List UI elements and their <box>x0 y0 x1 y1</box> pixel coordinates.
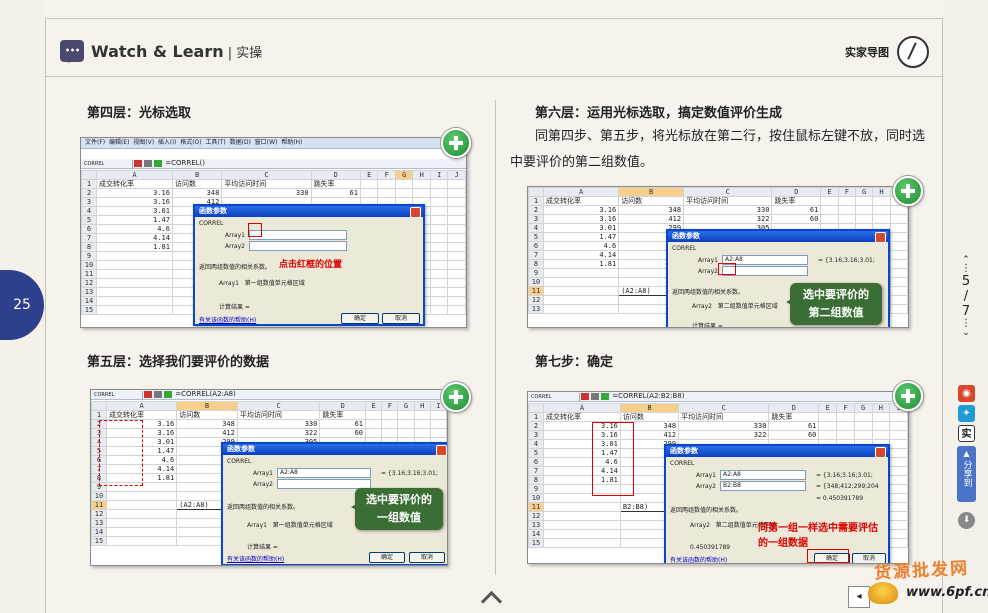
page-border <box>45 18 46 613</box>
pager-separator: / <box>963 289 969 304</box>
screenshot-step7: CORREL =CORREL(A2:B2:B8) ABCDEFGHI 1成交转化… <box>527 391 909 564</box>
qzone-icon[interactable]: ✦ <box>958 405 975 422</box>
red-highlight-box <box>248 223 262 237</box>
screenshot-step5: CORREL =CORREL(A2:A8) ABCDEFGHI 1 成交转化率 访问… <box>90 389 448 566</box>
red-highlight-box <box>718 263 736 275</box>
weibo-icon[interactable]: ◉ <box>958 385 975 402</box>
watermark-text: 货源批发网 <box>873 558 970 584</box>
step6-desc-2: 中要评价的第二组数值。 <box>510 155 654 170</box>
callout-select-first: 选中要评价的 一组数值 <box>351 488 443 530</box>
pager-current: 5 <box>961 274 971 289</box>
share-button[interactable]: ▲ 分享到 <box>957 446 976 502</box>
array1-input[interactable]: A2:A8 <box>720 470 806 480</box>
step7-title: 第七步：确定 <box>535 355 614 370</box>
ok-button[interactable]: 确定 <box>369 552 405 563</box>
close-icon[interactable] <box>875 232 886 243</box>
gold-ingot-logo <box>868 582 898 604</box>
callout-select-second: 选中要评价的 第二组数值 <box>786 283 882 325</box>
step6-title: 第六层：运用光标选取，搞定数值评价生成 <box>535 106 783 121</box>
annotation-text: 同第一组一样选中需要评估 的一组数据 <box>758 523 878 549</box>
red-ok-box <box>807 549 849 563</box>
page-number-badge: 25 <box>0 270 44 340</box>
prev-page-button[interactable]: ◂ <box>848 586 870 608</box>
help-link[interactable]: 有关该函数的帮助(H) <box>227 554 284 563</box>
array1-input[interactable] <box>249 230 347 240</box>
screenshot-step6: ABCDEFGHI 1成交转化率访问数平均访问时间跳失率 23.16348330… <box>527 186 909 328</box>
pager: ⌃ ⋮ 5 / 7 ⋮ ⌄ <box>956 256 976 338</box>
help-link[interactable]: 有关该函数的帮助(H) <box>670 555 727 563</box>
array2-input[interactable] <box>277 479 371 489</box>
pager-total: 7 <box>961 304 971 319</box>
red-selection-box <box>99 420 143 486</box>
annotation-text: 点击红框的位置 <box>279 260 343 270</box>
step6-desc: 同第四步、第五步，将光标放在第二行，按住鼠标左键不放，同时选 <box>535 129 926 144</box>
step4-title: 第四层：光标选取 <box>87 106 192 121</box>
red-selection-box <box>592 422 634 496</box>
page-border <box>942 18 943 613</box>
header-right-label: 实家导图 <box>845 46 889 59</box>
array2-input[interactable] <box>249 241 347 251</box>
expand-plus-icon[interactable] <box>441 382 471 412</box>
header-rule <box>45 18 943 19</box>
close-icon[interactable] <box>436 445 447 456</box>
ok-button[interactable]: 确定 <box>341 313 379 324</box>
chevron-down-icon[interactable]: ⌄ <box>956 329 976 338</box>
expand-plus-icon[interactable] <box>893 381 923 411</box>
column-divider <box>495 100 496 575</box>
expand-plus-icon[interactable] <box>893 176 923 206</box>
brand-title: Watch & Learn | 实操 <box>91 42 263 61</box>
header-rule <box>45 76 943 77</box>
step5-title: 第五层：选择我们要评价的数据 <box>87 355 270 370</box>
formula-bar: CORREL =CORREL() <box>81 159 466 169</box>
watermark-url: www.6pf.cn <box>906 585 988 600</box>
help-link[interactable]: 有关该函数的帮助(H) <box>199 315 256 324</box>
download-icon[interactable]: ⬇ <box>958 512 975 529</box>
close-icon[interactable] <box>410 207 421 218</box>
close-icon[interactable] <box>875 447 886 458</box>
formula-bar: CORREL =CORREL(A2:A8) <box>91 390 447 400</box>
formula-bar: CORREL =CORREL(A2:B2:B8) <box>528 392 908 402</box>
array2-input[interactable]: B2:B8 <box>720 481 806 491</box>
menu-bar: 文件(F) 编辑(E) 视图(V) 插入(I) 格式(O) 工具(T) 数据(D… <box>81 138 466 149</box>
chat-bubble-icon <box>60 40 84 63</box>
cancel-button[interactable]: 取消 <box>382 313 420 324</box>
array1-input[interactable]: A2:A8 <box>277 468 371 478</box>
cancel-button[interactable]: 取消 <box>409 552 445 563</box>
compass-icon <box>897 36 929 68</box>
shijia-icon[interactable]: 实 <box>958 425 975 442</box>
expand-plus-icon[interactable] <box>441 128 471 158</box>
screenshot-step4: 文件(F) 编辑(E) 视图(V) 插入(I) 格式(O) 工具(T) 数据(D… <box>80 137 467 328</box>
